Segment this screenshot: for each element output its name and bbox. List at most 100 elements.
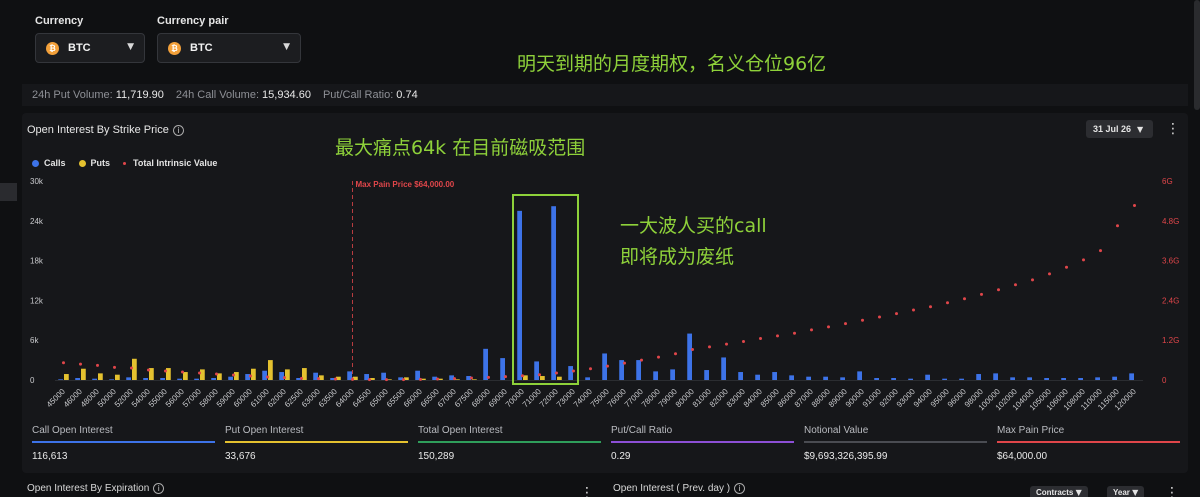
intrinsic-point — [1133, 204, 1136, 208]
currency-select[interactable]: ₿ BTC ▼ — [35, 33, 145, 63]
volume-stats-bar: 24h Put Volume: 11,719.90 24h Call Volum… — [22, 84, 1188, 106]
card-value: 150,289 — [418, 451, 455, 462]
puts-bar — [132, 358, 137, 380]
calls-bar — [245, 374, 250, 380]
intrinsic-point — [623, 361, 626, 365]
card-accent-line — [418, 441, 601, 443]
intrinsic-point — [368, 378, 371, 382]
top-annotation: 明天到期的月度期权，名义仓位96亿 — [517, 53, 827, 75]
contracts-label: Contracts — [1036, 488, 1074, 497]
call-annotation-line2: 即将成为废纸 — [620, 246, 735, 268]
intrinsic-point — [164, 369, 167, 373]
card-title: Put/Call Ratio — [611, 425, 673, 436]
intrinsic-point — [1014, 283, 1017, 287]
card-max-pain: Max Pain Price $64,000.00 — [997, 425, 1180, 462]
intrinsic-point — [300, 376, 303, 380]
intrinsic-point — [1048, 272, 1051, 276]
card-call-oi: Call Open Interest 116,613 — [32, 425, 215, 462]
intrinsic-point — [130, 366, 133, 370]
card-value: $64,000.00 — [997, 451, 1048, 462]
calls-bar — [194, 378, 199, 380]
intrinsic-point — [589, 367, 592, 371]
calls-bar — [755, 374, 760, 380]
calls-bar — [262, 370, 267, 380]
calls-bar — [1044, 378, 1049, 380]
intrinsic-point — [895, 312, 898, 316]
intrinsic-point — [980, 292, 983, 296]
intrinsic-point — [334, 377, 337, 381]
calls-bar — [772, 372, 777, 380]
intrinsic-point — [963, 297, 966, 301]
bitcoin-icon: ₿ — [168, 41, 181, 55]
puts-bar — [98, 373, 103, 380]
calls-bar — [738, 372, 743, 380]
chevron-down-icon: ▼ — [1132, 488, 1139, 497]
intrinsic-point — [181, 370, 184, 374]
chevron-down-icon: ▼ — [1075, 488, 1082, 497]
call-annotation-line1: 一大波人买的call — [620, 215, 767, 237]
currency-pair-label: Currency pair — [157, 15, 229, 27]
card-value: $9,693,326,395.99 — [804, 451, 888, 462]
currency-pair-select[interactable]: ₿ BTC ▼ — [157, 33, 301, 63]
calls-bar — [75, 378, 80, 380]
card-accent-line — [997, 441, 1180, 443]
side-handle[interactable] — [0, 183, 17, 201]
intrinsic-point — [79, 362, 82, 366]
card-title: Notional Value — [804, 425, 869, 436]
calls-bar — [1010, 377, 1015, 380]
calls-bar — [993, 373, 998, 380]
more-menu-icon[interactable]: ⋮ — [580, 486, 594, 497]
calls-bar — [1078, 378, 1083, 380]
puts-bar — [115, 374, 120, 380]
intrinsic-point — [742, 340, 745, 344]
intrinsic-point — [878, 315, 881, 319]
strike-chart: 30k24k18k12k6k06G4.8G3.6G2.4G1.2G0450004… — [30, 177, 1179, 412]
calls-bar — [177, 378, 182, 380]
card-title: Max Pain Price — [997, 425, 1065, 436]
bitcoin-icon: ₿ — [46, 41, 59, 55]
calls-bar — [942, 378, 947, 380]
intrinsic-point — [147, 368, 150, 372]
year-select[interactable]: Year ▼ — [1107, 486, 1145, 497]
calls-bar — [1095, 377, 1100, 380]
calls-bar — [704, 370, 709, 380]
calls-bar — [976, 374, 981, 380]
calls-bar — [959, 378, 964, 380]
card-put-call-ratio: Put/Call Ratio 0.29 — [611, 425, 794, 462]
calls-bar — [636, 360, 641, 380]
intrinsic-point — [62, 361, 65, 365]
calls-bar — [687, 333, 692, 380]
more-menu-icon[interactable]: ⋮ — [1165, 486, 1179, 497]
calls-bar — [653, 371, 658, 380]
calls-bar — [670, 369, 675, 380]
card-accent-line — [804, 441, 987, 443]
puts-bar — [64, 374, 69, 380]
y-right-tick: 4.8G — [1162, 217, 1179, 226]
contracts-select[interactable]: Contracts ▼ — [1030, 486, 1088, 497]
ratio-label: Put/Call Ratio: — [322, 89, 394, 101]
calls-bar — [1061, 378, 1066, 380]
calls-bar — [823, 376, 828, 380]
intrinsic-point — [419, 377, 422, 381]
info-icon[interactable]: i — [153, 483, 165, 494]
calls-bar — [891, 378, 896, 380]
intrinsic-point — [249, 374, 252, 378]
call-volume-value: 15,934.60 — [262, 89, 311, 101]
summary-cards: Call Open Interest 116,613 Put Open Inte… — [32, 425, 1188, 462]
intrinsic-point — [674, 352, 677, 356]
card-notional-value: Notional Value $9,693,326,395.99 — [804, 425, 987, 462]
info-icon[interactable]: i — [734, 483, 746, 494]
card-accent-line — [225, 441, 408, 443]
y-left-tick: 24k — [30, 217, 44, 226]
intrinsic-point — [385, 378, 388, 382]
card-accent-line — [611, 441, 794, 443]
put-volume-label: 24h Put Volume: — [32, 89, 113, 101]
scrollbar[interactable] — [1194, 0, 1200, 110]
intrinsic-point — [912, 308, 915, 312]
y-right-tick: 3.6G — [1162, 257, 1179, 266]
intrinsic-point — [317, 377, 320, 381]
intrinsic-point — [96, 363, 99, 367]
currency-pair-value: BTC — [190, 42, 213, 54]
calls-bar — [1112, 376, 1117, 380]
intrinsic-point — [487, 375, 490, 379]
